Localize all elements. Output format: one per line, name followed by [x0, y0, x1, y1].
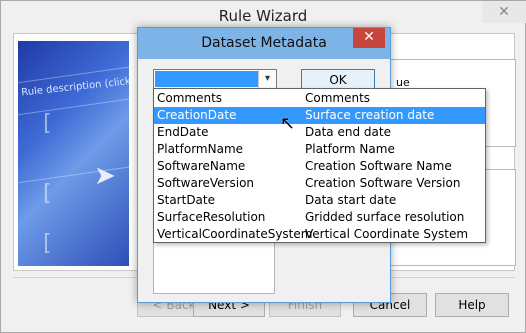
- dropdown-option[interactable]: Comments Comments: [154, 90, 485, 107]
- option-name: VerticalCoordinateSystem: [157, 227, 313, 241]
- bracket-icon: [: [40, 111, 54, 136]
- option-name: Comments: [157, 91, 223, 105]
- dropdown-option[interactable]: SoftwareVersion Creation Software Version: [154, 175, 485, 192]
- option-name: SoftwareVersion: [157, 176, 255, 190]
- pointer-icon: ➤: [94, 161, 116, 191]
- option-description: Vertical Coordinate System: [305, 227, 469, 241]
- dropdown-option[interactable]: VerticalCoordinateSystem Vertical Coordin…: [154, 226, 485, 243]
- option-description: Data end date: [305, 125, 391, 139]
- dialog-close-button[interactable]: ✕: [353, 28, 385, 48]
- option-description: Platform Name: [305, 142, 395, 156]
- dropdown-option[interactable]: EndDate Data end date: [154, 124, 485, 141]
- option-name: PlatformName: [157, 142, 244, 156]
- mouse-cursor-icon: ↖: [280, 113, 296, 134]
- option-description: Data start date: [305, 193, 397, 207]
- option-description: Gridded surface resolution: [305, 210, 465, 224]
- metadata-field-combobox[interactable]: ▾: [153, 69, 277, 89]
- dropdown-option[interactable]: SurfaceResolution Gridded surface resolut…: [154, 209, 485, 226]
- combobox-selected-value: [155, 71, 260, 87]
- option-description: Comments: [305, 91, 371, 105]
- option-description: Creation Software Version: [305, 176, 461, 190]
- bracket-icon: [: [40, 231, 54, 256]
- close-icon: ✕: [363, 29, 375, 45]
- option-name: SurfaceResolution: [157, 210, 266, 224]
- help-button[interactable]: Help: [435, 293, 509, 317]
- chevron-down-icon[interactable]: ▾: [258, 70, 276, 88]
- dropdown-option[interactable]: SoftwareName Creation Software Name: [154, 158, 485, 175]
- option-name: StartDate: [157, 193, 215, 207]
- dropdown-option[interactable]: StartDate Data start date: [154, 192, 485, 209]
- dropdown-option[interactable]: CreationDate Surface creation date: [154, 107, 485, 124]
- option-description: Surface creation date: [305, 108, 435, 122]
- bracket-icon: [: [40, 181, 54, 206]
- option-description: Creation Software Name: [305, 159, 452, 173]
- close-icon: ✕: [498, 4, 510, 20]
- option-name: SoftwareName: [157, 159, 246, 173]
- metadata-dropdown-list: Comments Comments CreationDate Surface crea…: [153, 88, 486, 243]
- option-name: CreationDate: [157, 108, 237, 122]
- illustration-text: Rule description (click on: [20, 74, 129, 99]
- option-name: EndDate: [157, 125, 209, 139]
- dropdown-option[interactable]: PlatformName Platform Name: [154, 141, 485, 158]
- wizard-illustration: Rule description (click on [ [ [ ➤: [18, 41, 129, 266]
- rule-wizard-close-button[interactable]: ✕: [482, 1, 526, 23]
